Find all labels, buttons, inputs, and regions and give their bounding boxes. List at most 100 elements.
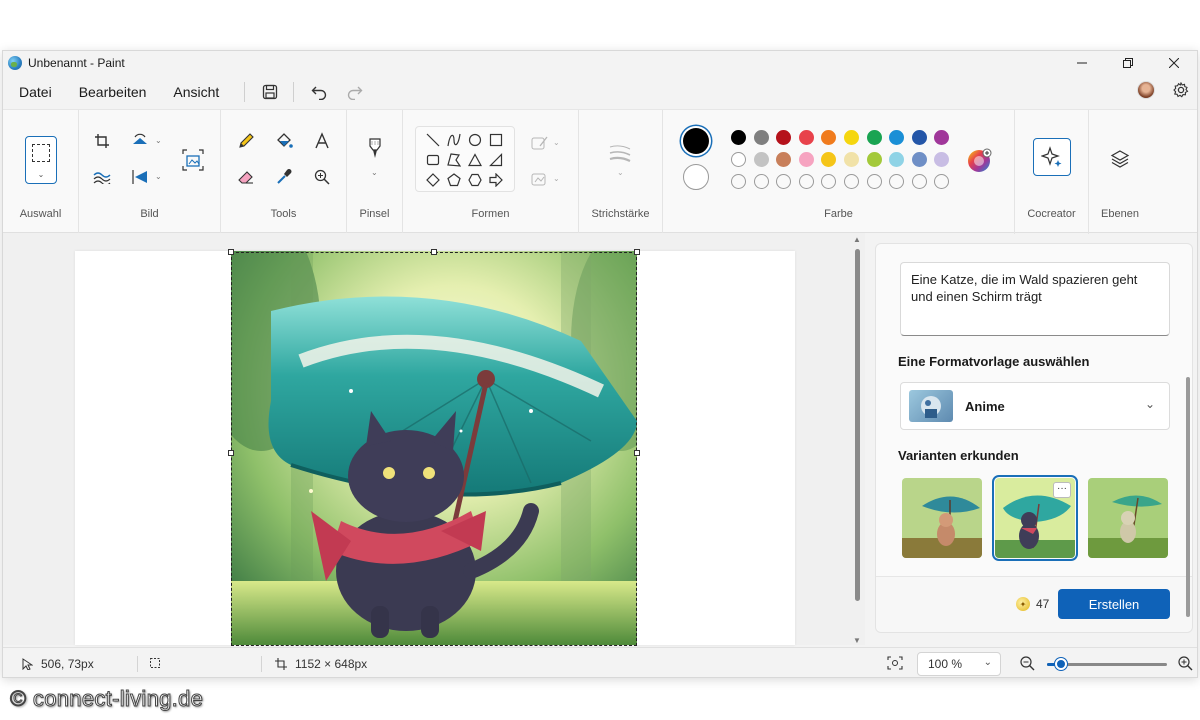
shape-outline-button[interactable]	[527, 130, 553, 156]
group-color: Farbe	[663, 110, 1015, 234]
style-dropdown[interactable]: Anime ⌄	[900, 382, 1170, 430]
redo-button[interactable]	[344, 81, 366, 103]
diamond-shape[interactable]	[424, 171, 442, 189]
variant-thumbnail-selected[interactable]: ···	[992, 475, 1078, 561]
color-swatch[interactable]	[889, 152, 905, 167]
custom-color-slot[interactable]	[821, 174, 837, 189]
oval-shape[interactable]	[466, 131, 484, 149]
color-swatch[interactable]	[844, 152, 859, 167]
menu-ansicht[interactable]: Ansicht	[173, 84, 219, 100]
color-swatch[interactable]	[911, 152, 927, 167]
custom-color-slot[interactable]	[889, 174, 905, 189]
scrollbar-thumb[interactable]	[855, 249, 860, 601]
restore-button[interactable]	[1105, 51, 1151, 75]
color-swatch[interactable]	[798, 152, 814, 167]
custom-color-slot[interactable]	[866, 174, 882, 189]
crop-button[interactable]	[89, 128, 115, 154]
color-swatch[interactable]	[776, 130, 792, 145]
line-shape[interactable]	[424, 131, 442, 149]
curve-shape[interactable]	[445, 131, 463, 149]
cocreator-button[interactable]	[1033, 138, 1071, 176]
menu-datei[interactable]: Datei	[19, 84, 52, 100]
color-picker-tool[interactable]	[271, 164, 297, 190]
custom-color-slot[interactable]	[844, 174, 859, 189]
color-swatch[interactable]	[753, 130, 769, 145]
stroke-size-button[interactable]	[607, 140, 633, 166]
brush-button[interactable]	[362, 136, 388, 162]
menu-bearbeiten[interactable]: Bearbeiten	[79, 84, 147, 100]
color-swatch[interactable]	[866, 152, 882, 167]
right-triangle-shape[interactable]	[487, 151, 505, 169]
color-swatch[interactable]	[889, 130, 905, 145]
color-swatch[interactable]	[753, 152, 769, 167]
avatar[interactable]	[1137, 81, 1155, 99]
color-swatch[interactable]	[821, 130, 837, 145]
custom-color-slot[interactable]	[911, 174, 927, 189]
canvas[interactable]	[75, 251, 795, 645]
layers-button[interactable]	[1107, 146, 1133, 172]
polygon-shape[interactable]	[445, 151, 463, 169]
pencil-tool[interactable]	[233, 128, 259, 154]
shape-fill-button[interactable]	[527, 166, 553, 192]
primary-color-swatch[interactable]	[683, 128, 709, 154]
rotate-button[interactable]	[127, 128, 153, 154]
variant-thumbnail[interactable]	[902, 478, 982, 558]
flip-button[interactable]	[127, 164, 153, 190]
save-button[interactable]	[259, 81, 281, 103]
resize-button[interactable]	[179, 146, 207, 174]
undo-button[interactable]	[308, 81, 330, 103]
color-swatch[interactable]	[776, 152, 792, 167]
custom-color-slot[interactable]	[753, 174, 769, 189]
create-button[interactable]: Erstellen	[1058, 589, 1170, 619]
selection-size	[149, 657, 161, 669]
color-swatch[interactable]	[911, 130, 927, 145]
magnifier-tool[interactable]	[309, 164, 335, 190]
color-swatch[interactable]	[934, 152, 950, 167]
hexagon-shape[interactable]	[466, 171, 484, 189]
zoom-slider-knob[interactable]	[1055, 658, 1068, 670]
rounded-rectangle-shape[interactable]	[424, 151, 442, 169]
custom-color-slot[interactable]	[731, 174, 746, 189]
fit-to-window-button[interactable]	[887, 656, 903, 670]
color-swatch[interactable]	[798, 130, 814, 145]
prompt-input[interactable]: Eine Katze, die im Wald spazieren geht u…	[900, 262, 1170, 336]
select-all-button[interactable]	[89, 164, 115, 190]
color-swatch[interactable]	[934, 130, 950, 145]
zoom-slider[interactable]	[1047, 658, 1167, 670]
canvas-size-text: 1152 × 648px	[295, 657, 368, 671]
settings-icon[interactable]	[1173, 82, 1189, 98]
color-swatch[interactable]	[731, 152, 746, 167]
rectangle-shape[interactable]	[487, 131, 505, 149]
secondary-color-swatch[interactable]	[683, 164, 709, 190]
color-swatch[interactable]	[821, 152, 837, 167]
color-swatch[interactable]	[844, 130, 859, 145]
minimize-button[interactable]	[1059, 51, 1105, 75]
text-tool[interactable]	[309, 128, 335, 154]
variant-thumbnail[interactable]	[1088, 478, 1168, 558]
close-button[interactable]	[1151, 51, 1197, 75]
zoom-in-button[interactable]	[1177, 655, 1193, 671]
selection-button[interactable]: ⌄	[25, 136, 57, 184]
restore-icon	[1123, 58, 1133, 68]
canvas-scrollbar[interactable]: ▲ ▼	[852, 235, 864, 645]
more-options-button[interactable]: ···	[1053, 482, 1071, 498]
custom-color-slot[interactable]	[798, 174, 814, 189]
fit-to-window-icon	[887, 656, 903, 670]
scroll-down-icon[interactable]: ▼	[853, 636, 861, 645]
arrow-shape[interactable]	[487, 171, 505, 189]
edit-colors-button[interactable]	[965, 146, 995, 176]
color-swatch[interactable]	[866, 130, 882, 145]
triangle-shape[interactable]	[466, 151, 484, 169]
group-label-color: Farbe	[824, 208, 853, 220]
scroll-up-icon[interactable]: ▲	[853, 235, 861, 244]
eraser-tool[interactable]	[233, 164, 259, 190]
color-swatch[interactable]	[731, 130, 746, 145]
chevron-down-icon: ⌄	[155, 172, 162, 181]
custom-color-slot[interactable]	[776, 174, 792, 189]
pentagon-shape[interactable]	[445, 171, 463, 189]
custom-color-slot[interactable]	[934, 174, 950, 189]
fill-tool[interactable]	[271, 128, 297, 154]
panel-scrollbar[interactable]	[1186, 377, 1190, 617]
zoom-dropdown[interactable]: 100 % ⌄	[917, 652, 1001, 676]
zoom-out-button[interactable]	[1019, 655, 1035, 671]
